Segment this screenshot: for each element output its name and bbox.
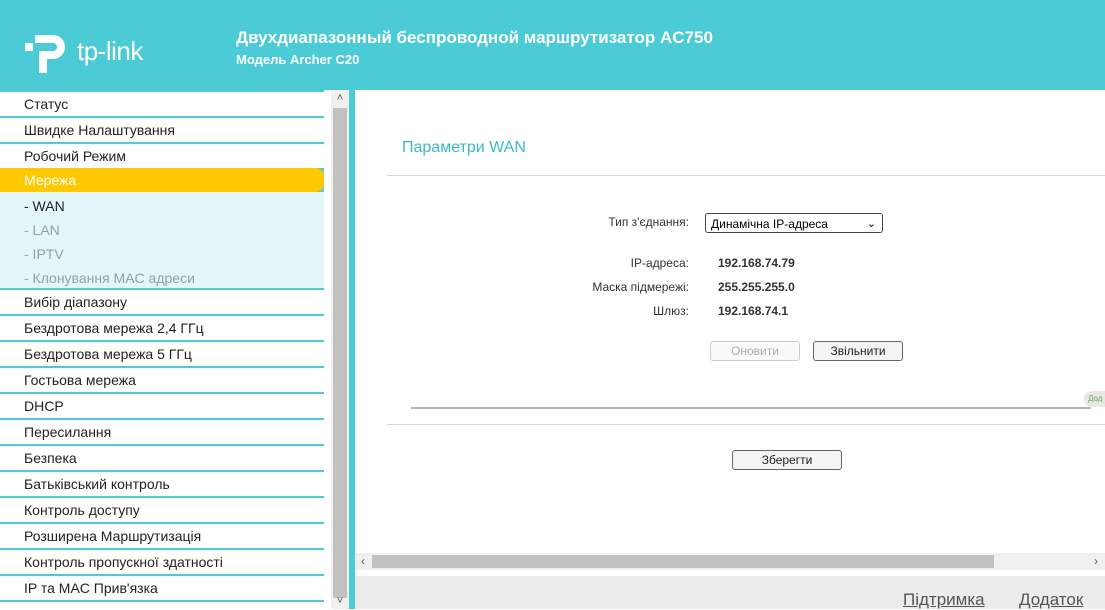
horizontal-scrollbar[interactable]: ‹ › [355,553,1105,570]
footer: Підтримка Додаток [355,576,1105,609]
sidebar-item-ip-mac-binding[interactable]: IP та MAC Прив'язка [0,576,324,600]
chevron-down-icon: ⌄ [866,218,876,230]
connection-type-label: Тип з'єднання: [608,215,689,229]
save-button[interactable]: Зберегти [732,450,842,470]
page-title: Двухдиапазонный беспроводной маршрутизат… [236,28,713,47]
tp-link-logo[interactable]: tp-link [25,27,165,77]
header: tp-link Двухдиапазонный беспроводной мар… [0,0,1105,90]
support-link[interactable]: Підтримка [903,590,985,610]
divider [387,175,1105,176]
release-button[interactable]: Звільнити [813,341,903,361]
sidebar-item-wireless-24[interactable]: Бездротова мережа 2,4 ГГц [0,316,324,340]
sidebar-item-status[interactable]: Статус [0,92,324,116]
sidebar-subitem-mac-clone[interactable]: - Клонування MAC адреси [0,266,324,290]
sidebar-subitem-wan[interactable]: - WAN [0,194,324,218]
ip-address-value: 192.168.74.79 [718,256,795,270]
sidebar-item-dhcp[interactable]: DHCP [0,394,324,418]
scroll-down-icon[interactable]: ˅ [331,593,349,609]
ip-address-label: IP-адреса: [630,256,689,270]
sidebar-item-guest-network[interactable]: Гостьова мережа [0,368,324,392]
sidebar-item-quick-setup[interactable]: Швидке Налаштування [0,118,324,142]
sidebar-item-access-control[interactable]: Контроль доступу [0,498,324,522]
sidebar-submenu-network: - WAN - LAN - IPTV - Клонування MAC адре… [0,192,324,288]
sidebar-item-partial[interactable] [0,602,324,609]
gateway-value: 192.168.74.1 [718,304,789,318]
scroll-left-icon[interactable]: ‹ [355,553,371,570]
scroll-right-icon[interactable]: › [1088,553,1104,570]
sidebar-item-operation-mode[interactable]: Робочий Режим [0,144,324,168]
sidebar-item-network[interactable]: Мережа [0,168,324,192]
sidebar-item-bandwidth-control[interactable]: Контроль пропускної здатності [0,550,324,574]
scroll-up-icon[interactable]: ˄ [331,90,349,106]
connection-type-select[interactable]: Динамічна IP-адреса ⌄ [705,213,883,233]
sidebar-item-band-select[interactable]: Вибір діапазону [0,290,324,314]
divider [411,407,1091,409]
model-subtitle: Модель Archer C20 [236,52,360,67]
gateway-label: Шлюз: [653,304,689,318]
sidebar-scrollbar[interactable]: ˄ ˅ [331,90,349,609]
sidebar-item-advanced-routing[interactable]: Розширена Маршрутизація [0,524,324,548]
sidebar-item-wireless-5[interactable]: Бездротова мережа 5 ГГц [0,342,324,366]
main-content: Параметри WAN Тип з'єднання: Динамічна I… [355,90,1105,609]
sidebar-item-forwarding[interactable]: Пересилання [0,420,324,444]
sidebar-subitem-iptv[interactable]: - IPTV [0,242,324,266]
connection-type-value: Динамічна IP-адреса [711,217,828,231]
section-title: Параметри WAN [402,139,526,156]
help-tab[interactable]: Дод [1084,391,1105,407]
scrollbar-thumb[interactable] [333,108,347,598]
divider [387,424,1105,425]
tp-link-logo-icon [25,35,65,73]
sidebar-menu: Статус Швидке Налаштування Робочий Режим… [0,90,324,609]
sidebar-item-parental-control[interactable]: Батьківський контроль [0,472,324,496]
renew-button[interactable]: Оновити [710,341,800,361]
sidebar-item-security[interactable]: Безпека [0,446,324,470]
scrollbar-thumb[interactable] [372,555,994,568]
subnet-mask-label: Маска підмережі: [592,280,689,294]
logo-text: tp-link [77,36,143,66]
app-link[interactable]: Додаток [1019,590,1083,610]
sidebar-subitem-lan[interactable]: - LAN [0,218,324,242]
subnet-mask-value: 255.255.255.0 [718,280,795,294]
